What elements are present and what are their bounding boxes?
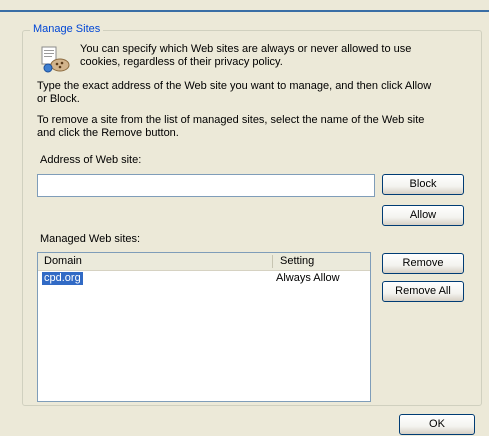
instruction-remove-line-2: and click the Remove button. bbox=[37, 127, 179, 139]
managed-sites-list[interactable]: Domain Setting cpd.org Always Allow bbox=[37, 252, 371, 402]
address-label: Address of Web site: bbox=[40, 154, 142, 166]
list-item-domain: cpd.org bbox=[42, 272, 83, 285]
column-header-domain[interactable]: Domain bbox=[38, 253, 272, 270]
background-edge bbox=[489, 0, 497, 436]
instruction-remove-line-1: To remove a site from the list of manage… bbox=[37, 114, 425, 126]
address-input[interactable] bbox=[37, 174, 375, 197]
instruction-allow-block-line-1: Type the exact address of the Web site y… bbox=[37, 80, 432, 92]
column-header-setting[interactable]: Setting bbox=[274, 253, 370, 270]
group-title: Manage Sites bbox=[30, 23, 104, 35]
column-divider[interactable] bbox=[272, 255, 273, 268]
cookie-globe-icon bbox=[38, 44, 72, 74]
intro-text-line-2: cookies, regardless of their privacy pol… bbox=[80, 56, 283, 68]
instruction-allow-block-line-2: or Block. bbox=[37, 93, 80, 105]
allow-button[interactable]: Allow bbox=[382, 205, 464, 226]
remove-all-button[interactable]: Remove All bbox=[382, 281, 464, 302]
intro-text-line-1: You can specify which Web sites are alwa… bbox=[80, 43, 412, 55]
managed-sites-label: Managed Web sites: bbox=[40, 233, 141, 245]
list-header: Domain Setting bbox=[38, 253, 370, 271]
block-button[interactable]: Block bbox=[382, 174, 464, 195]
list-item[interactable]: cpd.org Always Allow bbox=[38, 271, 370, 286]
window-top-line bbox=[0, 10, 489, 12]
remove-button[interactable]: Remove bbox=[382, 253, 464, 274]
list-item-setting: Always Allow bbox=[276, 272, 340, 284]
ok-button[interactable]: OK bbox=[399, 414, 475, 435]
